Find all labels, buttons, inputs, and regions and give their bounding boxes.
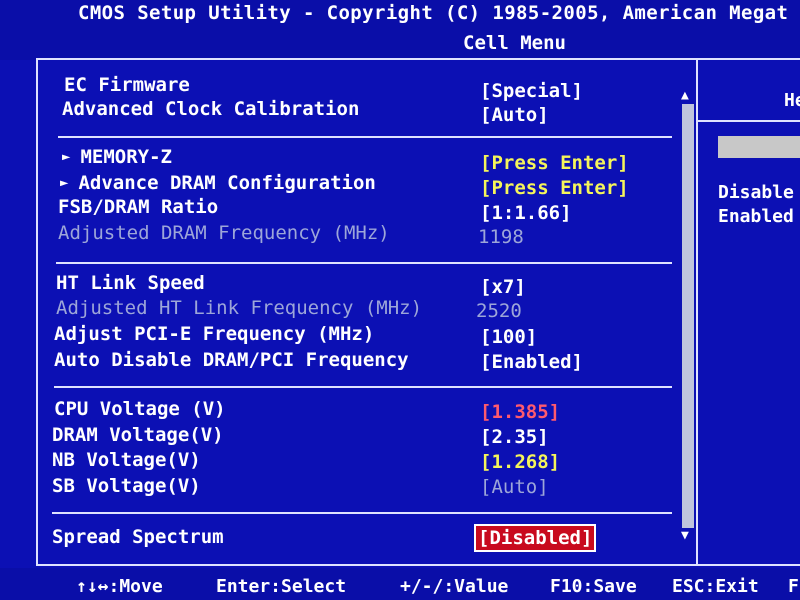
group-separator <box>56 262 672 264</box>
setting-sb-voltage[interactable]: SB Voltage(V) <box>52 475 201 497</box>
help-title: He <box>784 90 800 111</box>
group-separator <box>52 512 672 514</box>
value-sb-voltage: [Auto] <box>480 476 549 498</box>
key-f1: F <box>788 576 799 597</box>
submenu-arrow-icon: ► <box>62 149 71 165</box>
help-option-enabled: Enabled <box>718 206 794 227</box>
value-ec-firmware[interactable]: [Special] <box>480 80 583 102</box>
title-bar: CMOS Setup Utility - Copyright (C) 1985-… <box>0 0 800 60</box>
value-cpu-voltage[interactable]: [1.385] <box>480 401 560 423</box>
window-title: CMOS Setup Utility - Copyright (C) 1985-… <box>78 2 789 24</box>
help-divider <box>698 120 800 122</box>
group-separator <box>58 136 672 138</box>
bios-screen: CMOS Setup Utility - Copyright (C) 1985-… <box>0 0 800 600</box>
key-exit: ESC:Exit <box>672 576 759 597</box>
value-adjusted-dram-frequency: 1198 <box>478 226 524 248</box>
setting-adjusted-ht-link-frequency: Adjusted HT Link Frequency (MHz) <box>56 297 423 319</box>
setting-advance-dram-configuration[interactable]: ► Advance DRAM Configuration <box>60 172 376 194</box>
value-fsb-dram-ratio[interactable]: [1:1.66] <box>480 202 572 224</box>
value-ht-link-speed[interactable]: [x7] <box>480 276 526 298</box>
setting-memory-z-label: MEMORY-Z <box>80 146 172 168</box>
setting-fsb-dram-ratio[interactable]: FSB/DRAM Ratio <box>58 196 218 218</box>
value-adjust-pcie-frequency[interactable]: [100] <box>480 326 537 348</box>
scroll-up-arrow-icon[interactable]: ▲ <box>681 88 689 103</box>
key-move: ↑↓↔:Move <box>76 576 163 597</box>
setting-cpu-voltage[interactable]: CPU Voltage (V) <box>54 398 226 420</box>
key-value: +/-/:Value <box>400 576 509 597</box>
setting-auto-disable-dram-pci-frequency[interactable]: Auto Disable DRAM/PCI Frequency <box>54 349 409 371</box>
setting-adjust-pcie-frequency[interactable]: Adjust PCI-E Frequency (MHz) <box>54 323 374 345</box>
item-help-panel <box>698 58 800 566</box>
value-spread-spectrum[interactable]: [Disabled] <box>473 524 597 552</box>
setting-advance-dram-configuration-label: Advance DRAM Configuration <box>78 172 376 194</box>
setting-advanced-clock-calibration[interactable]: Advanced Clock Calibration <box>62 98 359 120</box>
value-nb-voltage[interactable]: [1.268] <box>480 451 560 473</box>
value-auto-disable-dram-pci-frequency[interactable]: [Enabled] <box>480 351 583 373</box>
setting-dram-voltage[interactable]: DRAM Voltage(V) <box>52 424 224 446</box>
setting-nb-voltage[interactable]: NB Voltage(V) <box>52 449 201 471</box>
scrollbar[interactable] <box>682 104 694 528</box>
help-option-disable: Disable <box>718 182 794 203</box>
setting-adjusted-dram-frequency: Adjusted DRAM Frequency (MHz) <box>58 222 390 244</box>
key-select: Enter:Select <box>216 576 347 597</box>
setting-ec-firmware[interactable]: EC Firmware <box>64 74 190 96</box>
value-memory-z[interactable]: [Press Enter] <box>480 152 629 174</box>
help-highlight-bar <box>718 136 800 158</box>
setting-spread-spectrum[interactable]: Spread Spectrum <box>52 526 224 548</box>
scroll-down-arrow-icon[interactable]: ▼ <box>681 528 689 543</box>
value-advance-dram-configuration[interactable]: [Press Enter] <box>480 177 629 199</box>
group-separator <box>54 386 672 388</box>
menu-title: Cell Menu <box>463 32 566 54</box>
value-dram-voltage[interactable]: [2.35] <box>480 426 549 448</box>
submenu-arrow-icon: ► <box>60 175 69 191</box>
value-adjusted-ht-link-frequency: 2520 <box>476 300 522 322</box>
value-advanced-clock-calibration[interactable]: [Auto] <box>480 104 549 126</box>
key-save: F10:Save <box>550 576 637 597</box>
setting-ht-link-speed[interactable]: HT Link Speed <box>56 272 205 294</box>
setting-memory-z[interactable]: ► MEMORY-Z <box>62 146 172 168</box>
